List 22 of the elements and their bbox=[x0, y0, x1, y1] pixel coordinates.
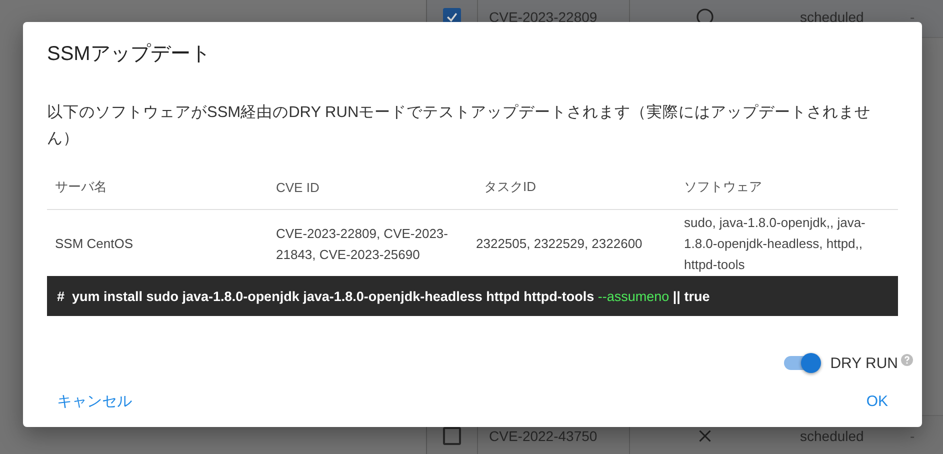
column-header: CVE ID bbox=[272, 165, 476, 210]
table-cell: - bbox=[910, 9, 915, 25]
table-cell: - bbox=[910, 428, 915, 444]
dialog-title: SSMアップデート bbox=[47, 42, 212, 66]
column-header: タスクID bbox=[476, 165, 676, 210]
column-header: ソフトウェア bbox=[676, 165, 898, 210]
dialog-message: 以下のソフトウェアがSSM経由のDRY RUNモードでテストアップデートされます（実際にはアップデートされません） bbox=[47, 102, 872, 149]
cve-id: CVE-2022-43750 bbox=[489, 428, 598, 444]
status-text: scheduled bbox=[800, 9, 864, 25]
table-cell: CVE-2023-22809, CVE-2023-21843, CVE-2023-25690 bbox=[272, 210, 476, 276]
column-header: サーバ名 bbox=[47, 165, 272, 210]
ok-button[interactable]: OK bbox=[856, 386, 898, 417]
table-cell: 2322505, 2322529, 2322600 bbox=[476, 210, 676, 276]
status-text: scheduled bbox=[800, 428, 864, 444]
toggle-switch[interactable] bbox=[782, 352, 822, 374]
command-text: # yum install sudo java-1.8.0-openjdk java-1.8.0-openjdk-headless httpd httpd-tools --assumeno || true bbox=[57, 288, 710, 304]
toggle-label: DRY RUN bbox=[830, 354, 898, 372]
cve-id: CVE-2023-22809 bbox=[489, 9, 598, 25]
cross-icon bbox=[698, 429, 712, 443]
table-cell: SSM CentOS bbox=[47, 210, 272, 276]
cancel-button[interactable]: キャンセル bbox=[47, 386, 142, 417]
table-cell: sudo, java-1.8.0-openjdk,, java-1.8.0-openjdk-headless, httpd,, httpd-tools bbox=[676, 210, 898, 276]
